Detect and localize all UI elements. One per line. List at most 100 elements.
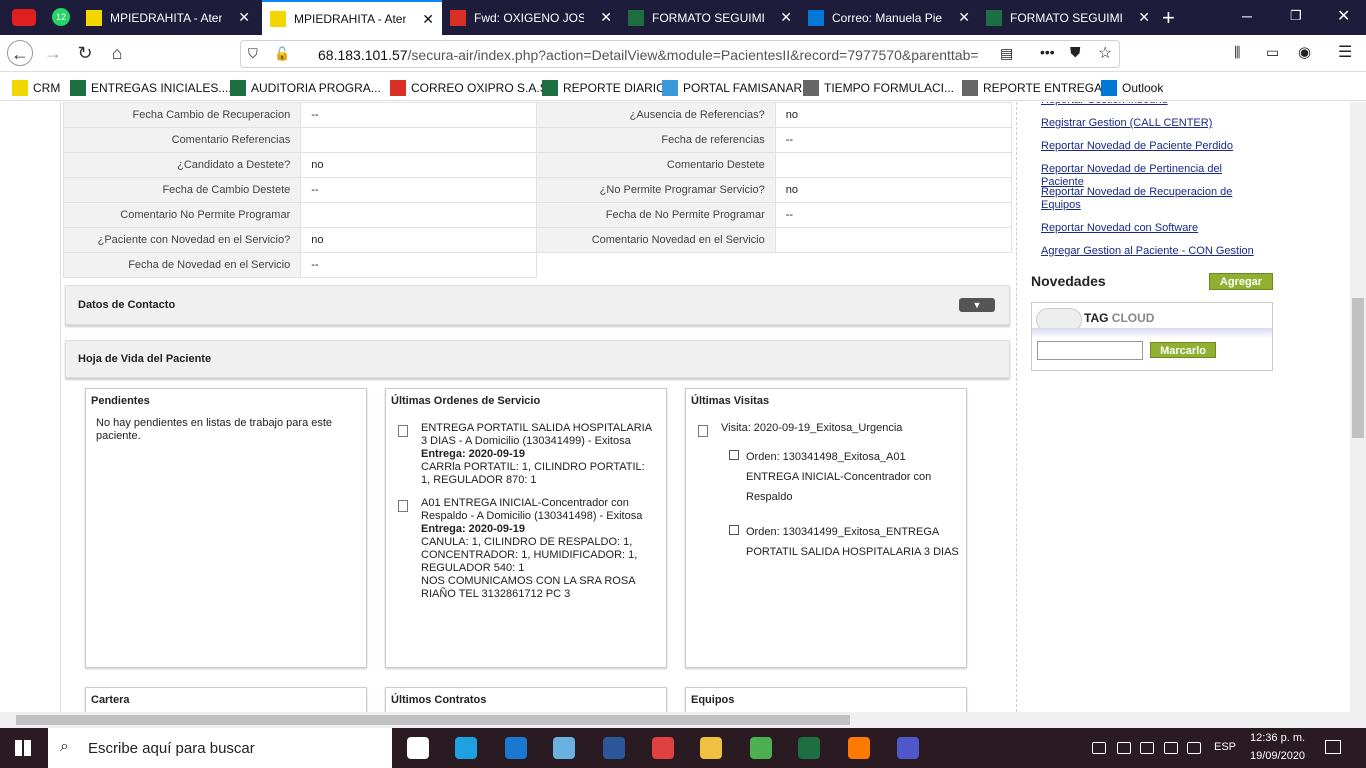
- visit-order[interactable]: Orden: 130341499_Exitosa_ENTREGA PORTATI…: [746, 522, 959, 562]
- field-label: Comentario Destete: [536, 152, 776, 178]
- close-tab-icon[interactable]: ✕: [600, 9, 612, 25]
- tab-4[interactable]: Correo: Manuela Piedr ✕: [800, 0, 978, 35]
- section-hoja-vida[interactable]: Hoja de Vida del Paciente: [65, 340, 1010, 378]
- tab-5[interactable]: FORMATO SEGUIMIEN ✕: [978, 0, 1158, 35]
- side-link[interactable]: Reportar Novedad con Software: [1041, 222, 1266, 235]
- new-tab-button[interactable]: +: [1162, 5, 1175, 31]
- account-icon[interactable]: ◉: [1298, 43, 1311, 61]
- horizontal-scroll-thumb[interactable]: [16, 715, 850, 725]
- field-label: Comentario No Permite Programar: [62, 202, 302, 228]
- pocket-icon[interactable]: ⛊: [1070, 44, 1081, 61]
- wifi-icon[interactable]: [1164, 742, 1178, 754]
- side-link[interactable]: Registrar Gestion (CALL CENTER): [1041, 117, 1266, 130]
- bookmark-item[interactable]: CRM: [12, 80, 60, 96]
- bookmark-item[interactable]: ENTREGAS INICIALES....: [70, 80, 232, 96]
- side-link[interactable]: Reportar Novedad de Recuperacion de Equi…: [1041, 186, 1266, 212]
- reload-button[interactable]: ↻: [72, 40, 98, 66]
- excel-icon[interactable]: [798, 737, 820, 759]
- home-button[interactable]: ⌂: [104, 40, 130, 66]
- side-link[interactable]: Reportar Gestion Inbound: [1041, 102, 1266, 107]
- order-detail: CARRla PORTATIL: 1, CILINDRO PORTATIL: 1…: [421, 461, 645, 486]
- shield-icon[interactable]: ⛉: [248, 46, 258, 62]
- windows-start-icon[interactable]: [15, 740, 31, 756]
- close-tab-icon[interactable]: ✕: [1138, 9, 1150, 25]
- close-tab-icon[interactable]: ✕: [238, 9, 250, 25]
- photos-icon[interactable]: [553, 737, 575, 759]
- close-window-button[interactable]: ✕: [1337, 6, 1350, 26]
- chrome-icon[interactable]: [750, 737, 772, 759]
- side-link[interactable]: Reportar Novedad de Paciente Perdido: [1041, 140, 1266, 153]
- youtube-icon[interactable]: [12, 9, 36, 26]
- bookmark-item[interactable]: AUDITORIA PROGRA...: [230, 80, 381, 96]
- mail-icon[interactable]: [505, 737, 527, 759]
- teams-icon[interactable]: [897, 737, 919, 759]
- bookmark-item[interactable]: TIEMPO FORMULACI...: [803, 80, 954, 96]
- notification-icon[interactable]: [1325, 740, 1341, 754]
- field-label: ¿Ausencia de Referencias?: [536, 102, 776, 128]
- pendientes-text: No hay pendientes en listas de trabajo p…: [96, 417, 333, 442]
- word-icon[interactable]: [603, 737, 625, 759]
- restore-button[interactable]: ❐: [1290, 8, 1302, 24]
- task-view-icon[interactable]: [407, 737, 429, 759]
- battery-icon[interactable]: [1140, 742, 1154, 754]
- forward-button[interactable]: →: [40, 40, 66, 66]
- tag-cloud-title-a: TAG: [1084, 311, 1109, 325]
- marcarlo-button[interactable]: Marcarlo: [1150, 342, 1216, 358]
- chevron-up-icon[interactable]: [1092, 742, 1106, 754]
- close-tab-icon[interactable]: ✕: [422, 11, 434, 27]
- side-link[interactable]: Agregar Gestion al Paciente - CON Gestio…: [1041, 245, 1266, 258]
- minimize-button[interactable]: ─: [1242, 8, 1252, 24]
- ordenes-box: Últimas Ordenes de Servicio ENTREGA PORT…: [385, 388, 667, 668]
- tab-1[interactable]: MPIEDRAHITA - Atenc ✕: [262, 0, 442, 35]
- bookmark-item[interactable]: Outlook: [1101, 80, 1163, 96]
- agregar-button[interactable]: Agregar: [1209, 273, 1273, 290]
- order-item[interactable]: A01 ENTREGA INICIAL-Concentrador con Res…: [421, 497, 656, 601]
- outlook-icon: [808, 9, 824, 26]
- tag-input[interactable]: [1037, 341, 1143, 360]
- bookmark-star-icon[interactable]: ☆: [1098, 43, 1112, 63]
- search-icon: ⌕: [60, 738, 69, 755]
- firefox-icon[interactable]: [848, 737, 870, 759]
- field-label: Fecha de referencias: [536, 127, 776, 153]
- file-explorer-icon[interactable]: [700, 737, 722, 759]
- visita-label[interactable]: Visita: 2020-09-19_Exitosa_Urgencia: [721, 422, 902, 434]
- box-title: Últimas Ordenes de Servicio: [391, 395, 541, 407]
- library-icon[interactable]: ⫼: [1234, 44, 1240, 61]
- bookmark-item[interactable]: PORTAL FAMISANAR: [662, 80, 802, 96]
- field-value: [774, 227, 1013, 253]
- insecure-lock-icon[interactable]: 🔓: [274, 46, 290, 62]
- sidebar-icon[interactable]: ▭: [1266, 44, 1279, 61]
- field-value: --: [774, 202, 1013, 228]
- tab-3[interactable]: FORMATO SEGUIMIEN ✕: [620, 0, 800, 35]
- contratos-box: Últimos Contratos: [385, 687, 667, 712]
- section-datos-contacto[interactable]: Datos de Contacto: [65, 285, 1010, 325]
- volume-icon[interactable]: [1187, 742, 1201, 754]
- close-tab-icon[interactable]: ✕: [958, 9, 970, 25]
- language-indicator[interactable]: ESP: [1214, 741, 1236, 753]
- clock-date[interactable]: 19/09/2020: [1250, 750, 1305, 762]
- order-detail: CANULA: 1, CILINDRO DE RESPALDO: 1, CONC…: [421, 536, 638, 574]
- bookmark-item[interactable]: REPORTE DIARIO: [542, 80, 665, 96]
- close-tab-icon[interactable]: ✕: [780, 9, 792, 25]
- url-text[interactable]: 68.183.101.57/secura-air/index.php?actio…: [318, 47, 978, 63]
- expand-icon[interactable]: ▼: [959, 298, 995, 312]
- tab-2[interactable]: Fwd: OXIGENO JOSE P ✕: [442, 0, 620, 35]
- equipos-box: Equipos: [685, 687, 967, 712]
- paint-icon[interactable]: [652, 737, 674, 759]
- menu-icon[interactable]: ☰: [1338, 42, 1352, 62]
- page-actions-icon[interactable]: •••: [1040, 44, 1055, 60]
- bookmark-item[interactable]: CORREO OXIPRO S.A.S: [390, 80, 548, 96]
- vertical-scroll-thumb[interactable]: [1352, 298, 1364, 438]
- tag-cloud-rule: [1032, 328, 1272, 338]
- clock-time[interactable]: 12:36 p. m.: [1250, 732, 1305, 744]
- edge-icon[interactable]: [455, 737, 477, 759]
- bookmark-item[interactable]: REPORTE ENTREGAS: [962, 80, 1110, 96]
- tab-0[interactable]: MPIEDRAHITA - Atenc ✕: [78, 0, 258, 35]
- order-item[interactable]: ENTREGA PORTATIL SALIDA HOSPITALARIA 3 D…: [421, 422, 656, 487]
- order-entrega: Entrega: 2020-09-19: [421, 448, 525, 460]
- back-button[interactable]: ←: [7, 40, 33, 66]
- whatsapp-icon[interactable]: 12: [52, 8, 70, 26]
- visit-order[interactable]: Orden: 130341498_Exitosa_A01 ENTREGA INI…: [746, 447, 931, 507]
- reader-view-icon[interactable]: ▤: [1000, 45, 1013, 62]
- onedrive-icon[interactable]: [1117, 742, 1131, 754]
